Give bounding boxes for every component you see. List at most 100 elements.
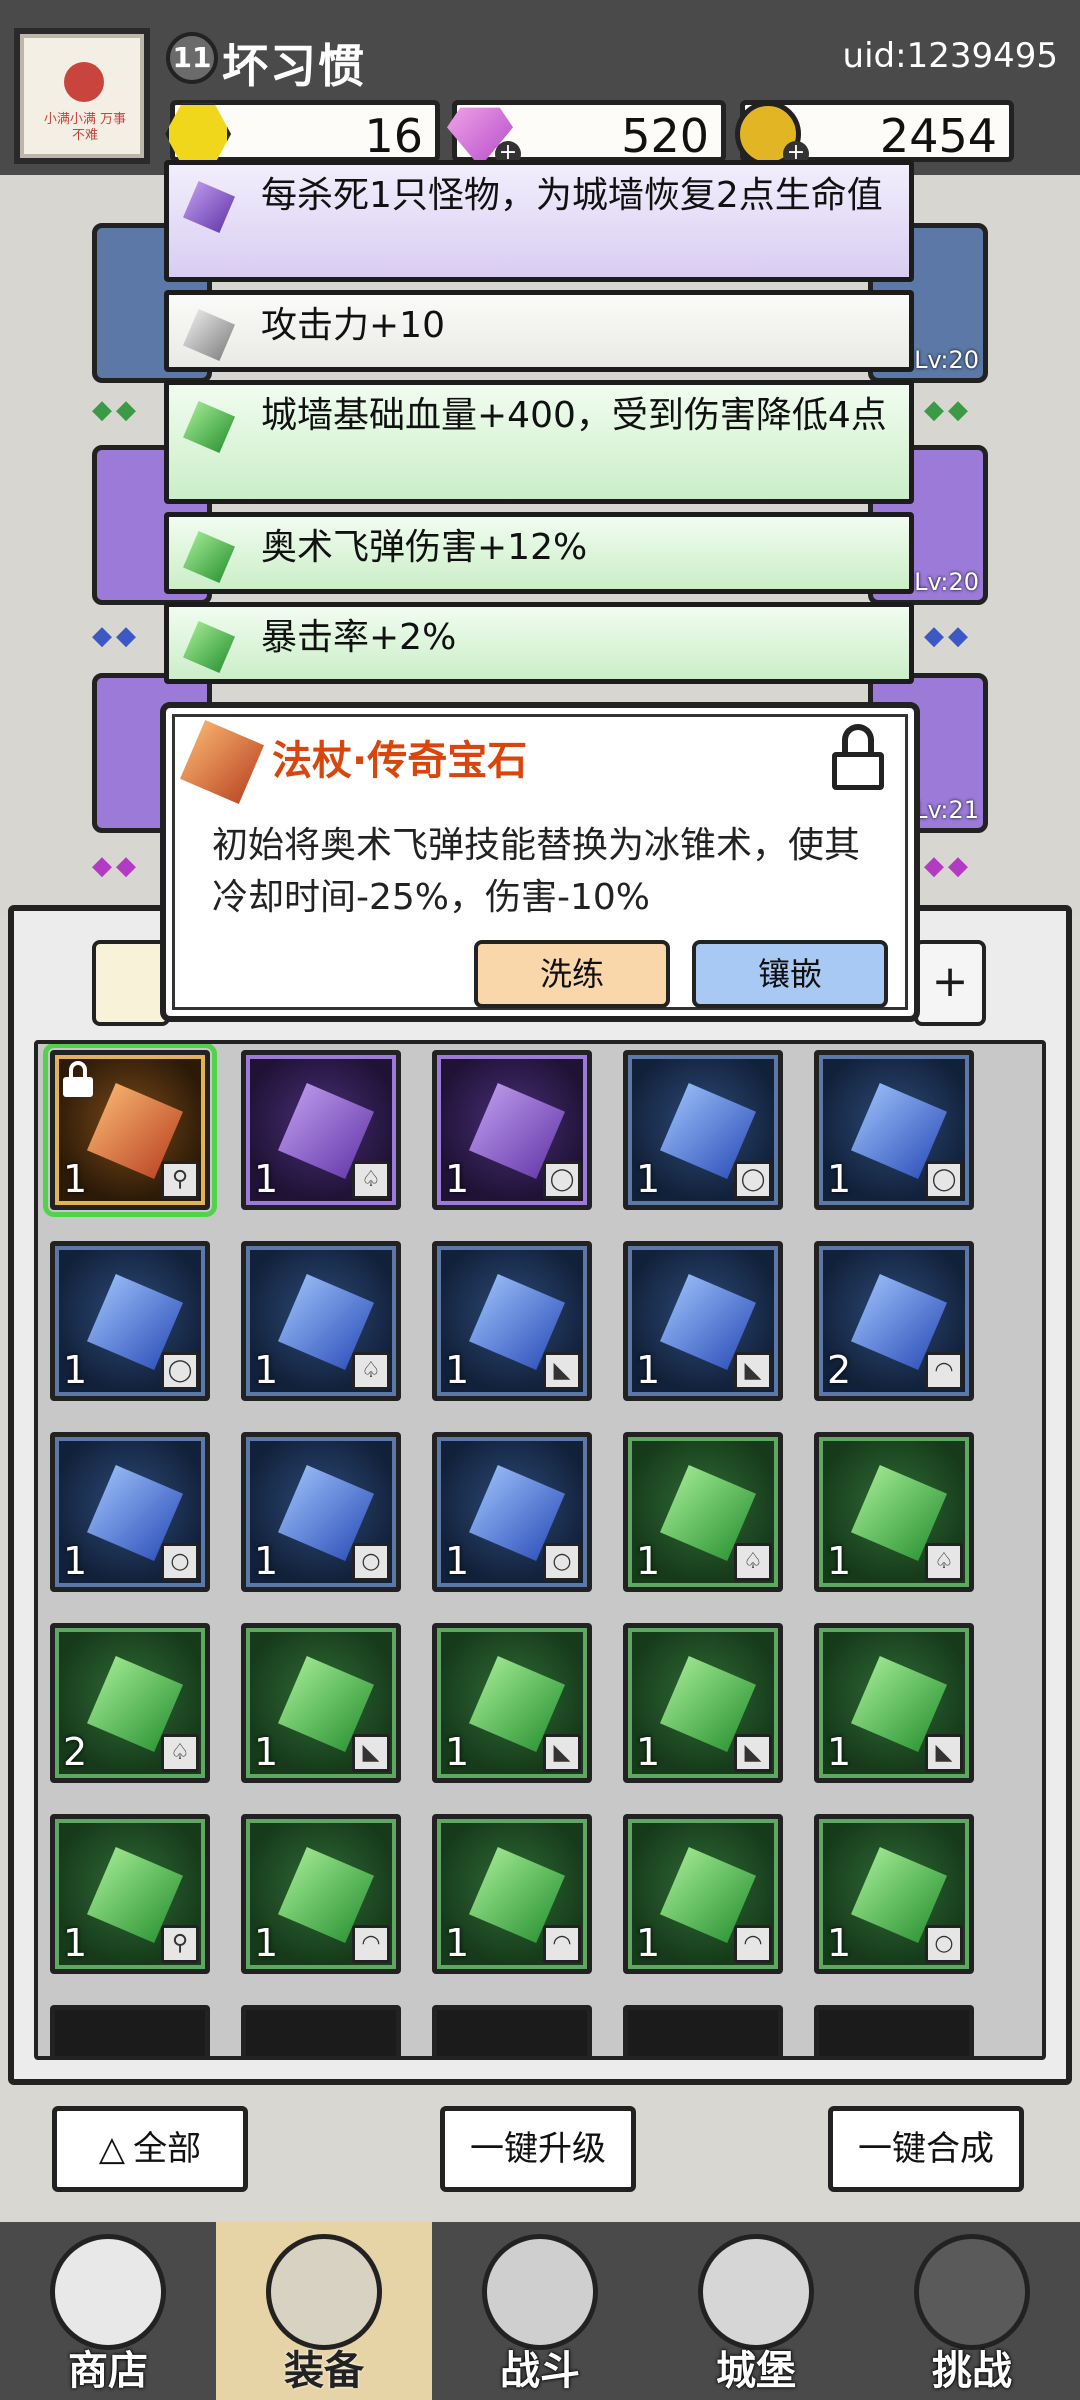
inventory-gem-slot[interactable]: 1 ◯ — [623, 1050, 783, 1210]
inventory-gem-slot[interactable]: 1 ◣ — [432, 1623, 592, 1783]
gold-counter[interactable]: + 2454 — [735, 100, 1014, 167]
gem-count: 2 — [827, 1348, 852, 1392]
nav-castle[interactable]: 城堡 — [648, 2222, 864, 2400]
amulet-slot-icon: ○ — [925, 1925, 963, 1963]
inventory-gem-slot[interactable]: 1 ○ — [432, 1432, 592, 1592]
legendary-gem-icon — [180, 720, 264, 804]
gem-count: 1 — [63, 1921, 88, 1965]
nav-battle[interactable]: 战斗 — [432, 2222, 648, 2400]
gem-count: 1 — [445, 1730, 470, 1774]
inventory-gem-slot[interactable]: 1 ♤ — [623, 1432, 783, 1592]
diamond-counter[interactable]: + 520 — [447, 100, 726, 167]
stat-text: 暴击率+2% — [261, 617, 457, 658]
inventory-gem-slot[interactable]: 1 ◣ — [432, 1241, 592, 1401]
inventory-gem-slot[interactable]: 1 ○ — [241, 1432, 401, 1592]
inventory-gem-slot[interactable]: 1 ◣ — [814, 1623, 974, 1783]
stat-tooltip-white: 攻击力+10 — [164, 290, 914, 372]
gem-count: 1 — [636, 1157, 661, 1201]
nav-label: 商店 — [68, 2348, 148, 2394]
ring-slot-icon: ◯ — [543, 1161, 581, 1199]
gem-count: 1 — [445, 1539, 470, 1583]
inventory-gem-slot[interactable]: 1 ◠ — [241, 1814, 401, 1974]
triangle-up-icon: △ — [98, 2129, 126, 2169]
inventory-gem-slot[interactable]: 1 ⚲ — [43, 1044, 217, 1217]
inventory-gem-slot[interactable]: 1 ◠ — [623, 1814, 783, 1974]
inventory-gem-slot[interactable]: 2 ◠ — [814, 1241, 974, 1401]
player-avatar[interactable]: 小满小满 万事不难 — [14, 28, 150, 164]
inventory-gem-slot[interactable]: 1 ♤ — [241, 1050, 401, 1210]
inventory-gem-slot[interactable] — [50, 2005, 210, 2056]
gem-count: 1 — [445, 1348, 470, 1392]
inventory-gem-slot[interactable]: 1 ◣ — [623, 1623, 783, 1783]
gem-count: 1 — [636, 1730, 661, 1774]
inventory-gem-slot[interactable] — [241, 2005, 401, 2056]
hat-slot-icon: ◠ — [543, 1925, 581, 1963]
stat-tooltip-green: 暴击率+2% — [164, 602, 914, 684]
energy-value: 16 — [364, 109, 423, 163]
gem-count: 1 — [254, 1730, 279, 1774]
locked-shield-icon — [914, 2234, 1030, 2350]
castle-icon — [698, 2234, 814, 2350]
stat-text: 每杀死1只怪物，为城墙恢复2点生命值 — [261, 175, 883, 216]
boots-slot-icon: ◣ — [734, 1352, 772, 1390]
inventory-gem-slot[interactable]: 1 ◯ — [814, 1050, 974, 1210]
inventory-grid[interactable]: 1 ⚲ 1 ♤ 1 ◯ 1 ◯ 1 ◯ 1 ◯ 1 ♤ 1 ◣ 1 ◣ 2 ◠ 1 ○ 1 ○ 1 ○ 1 ♤ 1 ♤ 2 ♤ 1 ◣ 1 ◣ 1 ◣ 1 ◣… — [34, 1040, 1046, 2060]
gem-count: 1 — [63, 1348, 88, 1392]
player-level-badge: 11 — [166, 32, 218, 84]
equip-level: Lv:20 — [914, 568, 979, 596]
player-name: 坏习惯 — [222, 39, 366, 93]
gold-value: 2454 — [879, 109, 997, 163]
inventory-gem-slot[interactable]: 1 ◯ — [50, 1241, 210, 1401]
staff-slot-icon: ⚲ — [161, 1161, 199, 1199]
gem-count: 1 — [445, 1921, 470, 1965]
inventory-gem-slot[interactable] — [432, 2005, 592, 2056]
armor-slot-icon: ♤ — [352, 1161, 390, 1199]
backpack-icon — [266, 2234, 382, 2350]
stat-tooltip-purple: 每杀死1只怪物，为城墙恢复2点生命值 — [164, 160, 914, 282]
inventory-gem-slot[interactable]: 1 ⚲ — [50, 1814, 210, 1974]
lock-icon[interactable] — [832, 724, 884, 790]
nav-equipment[interactable]: 装备 — [216, 2222, 432, 2400]
boots-slot-icon: ◣ — [352, 1734, 390, 1772]
gem-count: 2 — [63, 1730, 88, 1774]
nav-shop[interactable]: 商店 — [0, 2222, 216, 2400]
inventory-gem-slot[interactable]: 1 ○ — [50, 1432, 210, 1592]
inventory-gem-slot[interactable]: 1 ♤ — [241, 1241, 401, 1401]
add-tab-button[interactable]: + — [914, 940, 986, 1026]
inventory-gem-slot[interactable]: 1 ♤ — [814, 1432, 974, 1592]
gem-count: 1 — [636, 1921, 661, 1965]
inventory-gem-slot[interactable]: 1 ○ — [814, 1814, 974, 1974]
filter-tab-armor[interactable] — [92, 940, 170, 1026]
refine-button[interactable]: 洗练 — [474, 940, 670, 1008]
nav-label: 城堡 — [716, 2348, 796, 2394]
inventory-gem-slot[interactable]: 2 ♤ — [50, 1623, 210, 1783]
armor-slot-icon: ♤ — [925, 1543, 963, 1581]
armor-slot-icon: ♤ — [352, 1352, 390, 1390]
inventory-gem-slot[interactable]: 1 ◯ — [432, 1050, 592, 1210]
gem-count: 1 — [254, 1348, 279, 1392]
green-gem-icon — [183, 621, 235, 673]
hat-slot-icon: ◠ — [734, 1925, 772, 1963]
gem-count: 1 — [445, 1157, 470, 1201]
gem-count: 1 — [827, 1157, 852, 1201]
inventory-gem-slot[interactable]: 1 ◣ — [623, 1241, 783, 1401]
inventory-gem-slot[interactable]: 1 ◠ — [432, 1814, 592, 1974]
nav-challenge[interactable]: 挑战 — [864, 2222, 1080, 2400]
ring-slot-icon: ◯ — [925, 1161, 963, 1199]
charm-icon — [64, 62, 104, 102]
inventory-gem-slot[interactable] — [623, 2005, 783, 2056]
gem-count: 1 — [254, 1539, 279, 1583]
inventory-gem-slot[interactable] — [814, 2005, 974, 2056]
one-click-upgrade-button[interactable]: 一键升级 — [440, 2106, 636, 2192]
amulet-slot-icon: ○ — [543, 1543, 581, 1581]
green-gem-icon — [183, 401, 235, 453]
armor-slot-icon: ♤ — [161, 1734, 199, 1772]
gem-detail-popup: 法杖·传奇宝石 初始将奥术飞弹技能替换为冰锥术，使其冷却时间-25%，伤害-10… — [160, 702, 920, 1022]
one-click-merge-button[interactable]: 一键合成 — [828, 2106, 1024, 2192]
gem-socket-dots: ◆◆ — [924, 621, 972, 651]
filter-all-button[interactable]: △ 全部 — [52, 2106, 248, 2192]
stat-tooltip-green: 奥术飞弹伤害+12% — [164, 512, 914, 594]
inventory-gem-slot[interactable]: 1 ◣ — [241, 1623, 401, 1783]
hat-slot-icon: ◠ — [352, 1925, 390, 1963]
inlay-button[interactable]: 镶嵌 — [692, 940, 888, 1008]
